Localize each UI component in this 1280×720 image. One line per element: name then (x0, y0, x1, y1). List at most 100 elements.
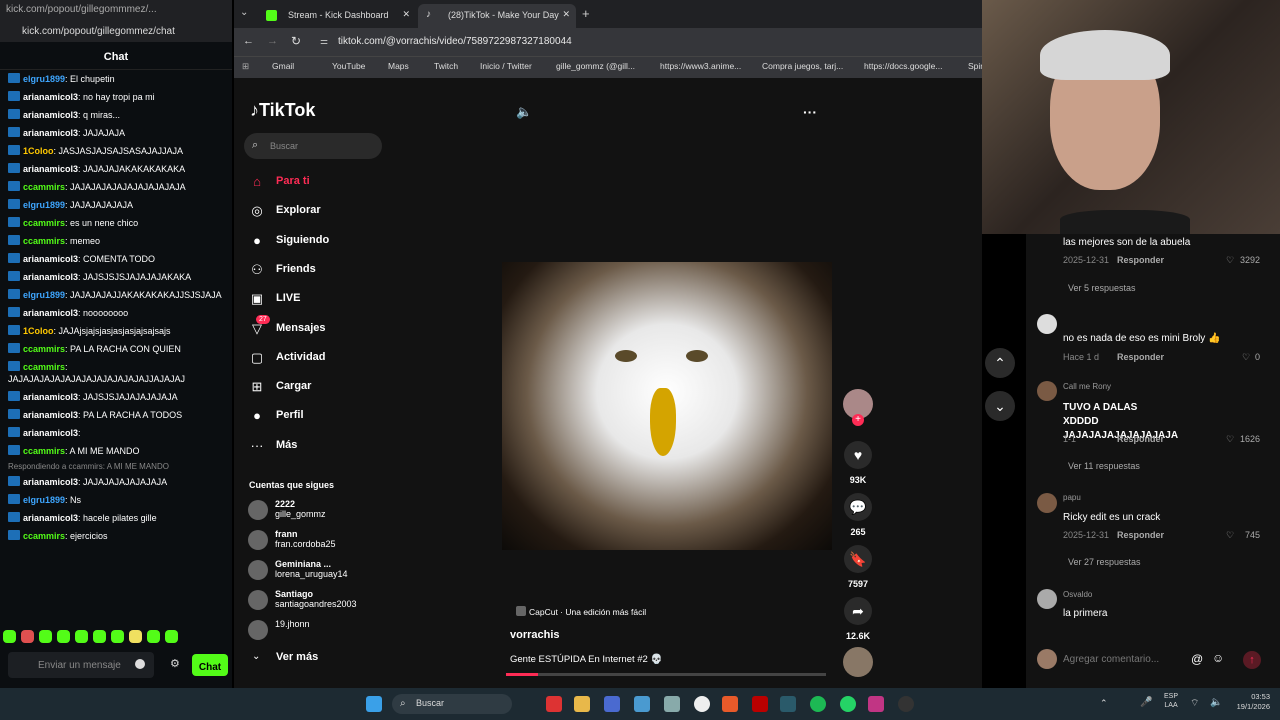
app-icon[interactable] (722, 696, 738, 712)
nav-item-friends[interactable]: Friends (276, 263, 316, 275)
emote-icon[interactable] (147, 630, 160, 643)
chat-username[interactable]: arianamicol3 (23, 164, 78, 174)
emoji-icon[interactable] (135, 659, 145, 669)
chat-message[interactable]: elgru1899: El chupetin (0, 70, 232, 88)
emoji-icon[interactable]: ☺ (1212, 651, 1224, 665)
chat-username[interactable]: elgru1899 (23, 74, 65, 84)
chat-username[interactable]: 1Coloo (23, 326, 54, 336)
chat-username[interactable]: arianamicol3 (23, 392, 78, 402)
chat-message-input[interactable]: Enviar un mensaje (8, 652, 154, 678)
chat-message[interactable]: arianamicol3: PA LA RACHA A TODOS (0, 406, 232, 424)
chat-username[interactable]: arianamicol3 (23, 308, 78, 318)
chat-message[interactable]: arianamicol3: q miras... (0, 106, 232, 124)
language-indicator[interactable]: ESP LAA (1164, 692, 1178, 710)
volume-tray-icon[interactable]: 🔈 (1210, 697, 1222, 708)
chat-message[interactable]: arianamicol3: (0, 424, 232, 442)
chat-message[interactable]: ccammirs: JAJAJAJAJAJAJAJAJAJAJAJAJAJJAJ… (0, 358, 232, 388)
app-icon[interactable] (780, 696, 796, 712)
see-more-link[interactable]: Ver más (276, 651, 318, 663)
reply-button[interactable]: Responder (1117, 352, 1164, 362)
windows-start-icon[interactable] (366, 696, 382, 712)
comment-username[interactable]: Osvaldo (1063, 590, 1092, 599)
bookmark-tiktok[interactable]: gille_gommz (@gill... (556, 61, 635, 71)
account-avatar[interactable] (248, 500, 268, 520)
chat-username[interactable]: ccammirs (23, 446, 65, 456)
capcut-label[interactable]: CapCut · Una edición más fácil (529, 607, 646, 617)
chat-username[interactable]: arianamicol3 (23, 128, 78, 138)
comment-icon[interactable]: 💬 (844, 493, 872, 521)
tiktok-logo[interactable]: ♪TikTok (250, 100, 315, 121)
heart-icon[interactable]: ♡ (1226, 255, 1234, 266)
more-options-icon[interactable]: ··· (803, 104, 817, 120)
nav-item-siguiendo[interactable]: Siguiendo (276, 234, 329, 246)
bookmark-icon[interactable]: 🔖 (844, 545, 872, 573)
tray-chevron-up-icon[interactable]: ⌃ (1100, 698, 1108, 709)
commenter-avatar[interactable] (1037, 589, 1057, 609)
tab-list-chevron-icon[interactable]: ⌄ (240, 7, 248, 18)
chat-message[interactable]: arianamicol3: COMENTA TODO (0, 250, 232, 268)
store-icon[interactable] (604, 696, 620, 712)
clock[interactable]: 03:53 19/1/2026 (1226, 692, 1270, 712)
nav-item-live[interactable]: LIVE (276, 292, 300, 304)
emote-icon[interactable] (3, 630, 16, 643)
chat-username[interactable]: arianamicol3 (23, 110, 78, 120)
like-heart-icon[interactable]: ♥ (844, 441, 872, 469)
chat-message[interactable]: ccammirs: PA LA RACHA CON QUIEN (0, 340, 232, 358)
chat-message[interactable]: arianamicol3: JAJAJAJAKAKAKAKAKA (0, 160, 232, 178)
whatsapp-icon[interactable] (840, 696, 856, 712)
emote-icon[interactable] (93, 630, 106, 643)
close-tab-icon[interactable]: ✕ (562, 9, 570, 20)
followed-account[interactable]: 19.jhonn (275, 619, 310, 629)
wifi-icon[interactable]: ⌔ (1190, 697, 1199, 710)
chat-message[interactable]: elgru1899: JAJAJAJAJJAKAKAKAKAJJSJSJAJA (0, 286, 232, 304)
view-replies[interactable]: Ver 11 respuestas (1068, 461, 1140, 471)
chat-username[interactable]: ccammirs (23, 218, 65, 228)
chat-username[interactable]: arianamicol3 (23, 428, 78, 438)
nav-item-mensajes[interactable]: Mensajes (276, 322, 326, 334)
video-progress-bar[interactable] (506, 673, 826, 676)
chat-username[interactable]: elgru1899 (23, 495, 65, 505)
chat-message[interactable]: arianamicol3: hacele pilates gille (0, 509, 232, 527)
share-icon[interactable]: ➦ (844, 597, 872, 625)
reply-button[interactable]: Responder (1117, 530, 1164, 540)
bookmark-youtube[interactable]: YouTube (332, 61, 365, 71)
chat-message[interactable]: elgru1899: JAJAJAJAJAJA (0, 196, 232, 214)
app-icon[interactable] (634, 696, 650, 712)
emote-icon[interactable] (57, 630, 70, 643)
chat-message[interactable]: elgru1899: Ns (0, 491, 232, 509)
chat-username[interactable]: arianamicol3 (23, 410, 78, 420)
post-comment-arrow-icon[interactable]: ↑ (1243, 651, 1261, 669)
chat-message[interactable]: ccammirs: memeo (0, 232, 232, 250)
commenter-avatar[interactable] (1037, 314, 1057, 334)
account-avatar[interactable] (248, 590, 268, 610)
account-avatar[interactable] (248, 620, 268, 640)
chat-message[interactable]: ccammirs: JAJAJAJAJAJAJAJAJAJAJA (0, 178, 232, 196)
account-avatar[interactable] (248, 560, 268, 580)
chat-username[interactable]: elgru1899 (23, 290, 65, 300)
app-icon[interactable] (752, 696, 768, 712)
comment-username[interactable]: papu (1063, 493, 1081, 502)
chat-message[interactable]: ccammirs: es un nene chico (0, 214, 232, 232)
url-field[interactable]: tiktok.com/@vorrachis/video/758972298732… (320, 33, 960, 51)
mention-icon[interactable]: @ (1191, 652, 1203, 666)
followed-account[interactable]: Santiago santiagoandres2003 (275, 589, 357, 609)
followed-account[interactable]: 2222 gille_gommz (275, 499, 326, 519)
chat-username[interactable]: arianamicol3 (23, 513, 78, 523)
reply-button[interactable]: Responder (1117, 255, 1164, 265)
emote-icon[interactable] (21, 630, 34, 643)
nav-item-más[interactable]: Más (276, 439, 297, 451)
bookmark-docs[interactable]: https://docs.google... (864, 61, 942, 71)
account-avatar[interactable] (248, 530, 268, 550)
file-explorer-icon[interactable] (574, 696, 590, 712)
bookmark-spir[interactable]: Spir (968, 61, 983, 71)
emote-icon[interactable] (129, 630, 142, 643)
chat-send-button[interactable]: Chat (192, 654, 228, 676)
tab-tiktok[interactable]: ♪ (28)TikTok - Make Your Day ✕ (418, 4, 576, 28)
chat-message[interactable]: arianamicol3: JAJSJSJSJAJAJAJAKAKA (0, 268, 232, 286)
nav-item-cargar[interactable]: Cargar (276, 380, 311, 392)
chat-message[interactable]: arianamicol3: no hay tropi pa mi (0, 88, 232, 106)
chat-message[interactable]: ccammirs: ejercicios (0, 527, 232, 545)
comment-like-count[interactable]: 1626 (1240, 434, 1260, 444)
chat-username[interactable]: ccammirs (23, 236, 65, 246)
back-icon[interactable]: ← (243, 35, 254, 47)
